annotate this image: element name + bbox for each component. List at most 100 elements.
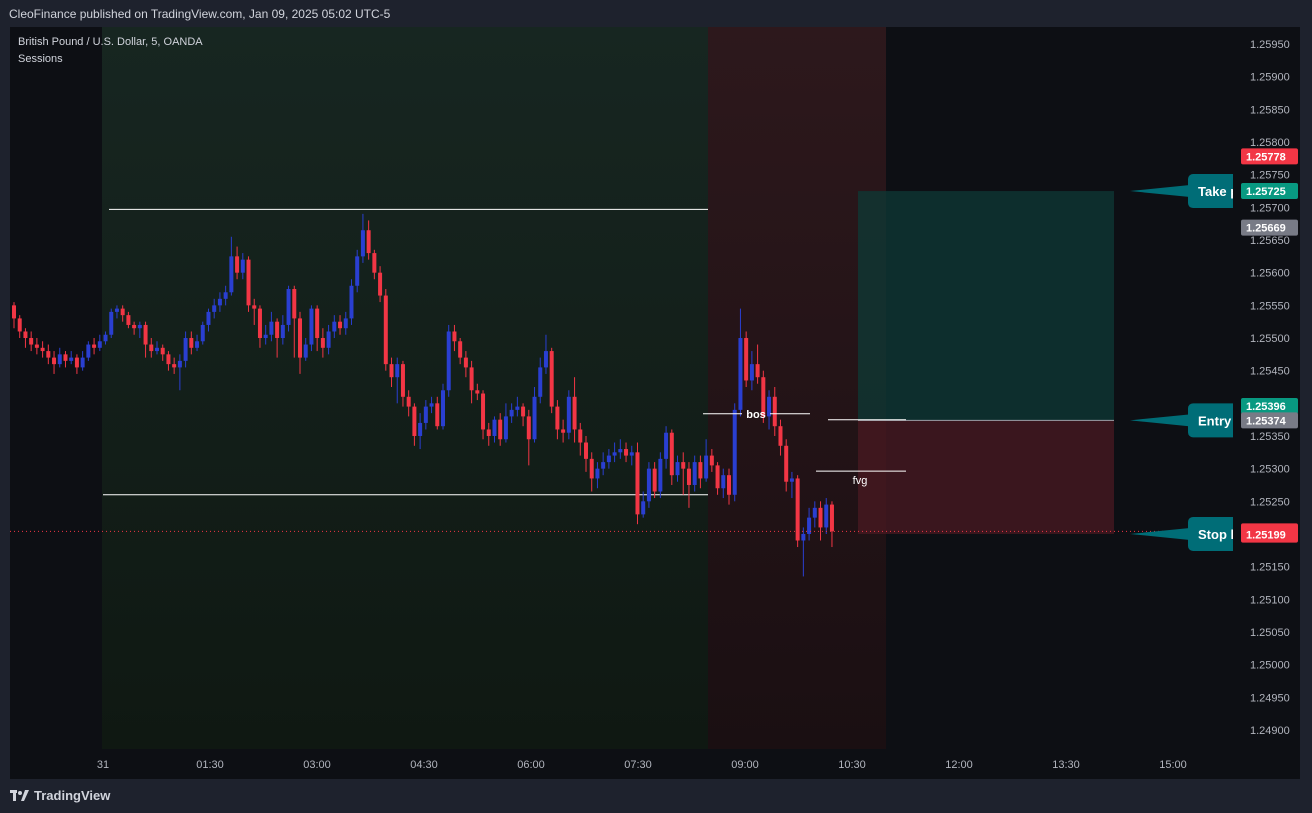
candle-body <box>566 396 571 433</box>
candle-body <box>824 504 829 528</box>
candle-body <box>23 331 28 339</box>
candle-body <box>172 364 177 368</box>
price-tick-label: 1.24950 <box>1250 692 1290 704</box>
candle-body <box>452 331 457 342</box>
candle-body <box>69 357 74 361</box>
candle-body <box>515 406 520 410</box>
position-pointer <box>1130 527 1190 540</box>
chart-area[interactable]: bos fvg Take p Entry Stop lo 1.25950 1.25900 1.… <box>10 27 1300 779</box>
candle-body <box>143 324 148 345</box>
london-session-box <box>102 27 708 749</box>
price-tick-label: 1.25850 <box>1250 104 1290 116</box>
candle-body <box>532 396 537 440</box>
fvg-label: fvg <box>853 475 868 487</box>
candle-body <box>63 354 68 361</box>
candle-body <box>155 347 159 352</box>
time-tick-label: 15:00 <box>1159 759 1187 771</box>
candle-body <box>132 324 137 329</box>
candle-body <box>418 422 423 436</box>
candle-body <box>818 507 823 528</box>
candle-body <box>389 364 394 378</box>
chart-legend: British Pound / U.S. Dollar, 5, OANDA Se… <box>18 34 203 68</box>
price-tick-label: 1.25950 <box>1250 39 1290 51</box>
candle-body <box>378 272 383 296</box>
tradingview-logo[interactable]: TradingView <box>10 788 110 803</box>
candle-body <box>755 364 760 378</box>
candle-body <box>738 338 743 410</box>
candle-body <box>366 230 371 254</box>
candle-body <box>618 449 623 453</box>
price-tick-label: 1.25150 <box>1250 562 1290 574</box>
candle-body <box>103 334 108 342</box>
time-tick-label: 09:00 <box>731 759 759 771</box>
candlestick-chart[interactable]: bosfvgTake pEntryStop lo1.259501.259001.… <box>10 27 1300 779</box>
candle-body <box>200 324 205 342</box>
candle-body <box>109 311 114 335</box>
time-tick-label: 31 <box>97 759 109 771</box>
candle-body <box>612 452 617 456</box>
candle-body <box>206 311 211 325</box>
bos-label: bos <box>746 409 766 421</box>
candle-body <box>664 432 669 459</box>
candle-body <box>812 507 817 518</box>
publication-header: CleoFinance published on TradingView.com… <box>0 0 1312 27</box>
candle-body <box>538 367 543 397</box>
time-tick-label: 07:30 <box>624 759 652 771</box>
candle-body <box>372 253 377 273</box>
price-tick-label: 1.25350 <box>1250 431 1290 443</box>
candle-body <box>57 354 62 365</box>
candle-body <box>549 351 554 407</box>
candle-body <box>492 419 497 436</box>
candle-body <box>74 357 79 368</box>
time-tick-label: 10:30 <box>838 759 866 771</box>
candle-body <box>280 324 285 339</box>
candle-body <box>486 429 491 436</box>
price-tag-label: 1.25199 <box>1246 530 1286 542</box>
candle-body <box>160 347 165 355</box>
position-label-take-profit: Take p <box>1198 184 1238 199</box>
candle-body <box>658 458 663 492</box>
candle-body <box>789 478 794 482</box>
candle-body <box>137 324 142 329</box>
candle-body <box>732 409 737 495</box>
candle-body <box>338 321 343 329</box>
candle-body <box>795 478 800 541</box>
price-tag-label: 1.25778 <box>1246 151 1286 163</box>
candle-body <box>275 321 280 339</box>
candle-body <box>12 305 16 319</box>
candle-body <box>40 347 45 352</box>
candle-body <box>521 406 526 417</box>
candle-body <box>177 360 182 368</box>
price-tick-label: 1.25100 <box>1250 594 1290 606</box>
candle-body <box>343 318 348 329</box>
candle-body <box>692 462 697 485</box>
candle-body <box>320 338 325 348</box>
candle-body <box>441 390 445 427</box>
candle-body <box>475 390 480 394</box>
candle-body <box>646 468 651 502</box>
candle-body <box>675 462 680 476</box>
candle-body <box>292 289 297 319</box>
candle-body <box>498 419 503 440</box>
symbol-title: British Pound / U.S. Dollar, 5, OANDA <box>18 36 203 48</box>
position-pointer <box>1130 414 1190 427</box>
footer-bar <box>0 779 1312 813</box>
candle-body <box>212 305 217 312</box>
candle-body <box>686 468 691 485</box>
price-tick-label: 1.25500 <box>1250 333 1290 345</box>
candle-body <box>606 455 611 463</box>
candle-body <box>195 341 200 348</box>
candle-body <box>555 406 560 430</box>
price-tick-label: 1.25300 <box>1250 464 1290 476</box>
candle-body <box>240 259 245 273</box>
price-tag-label: 1.25725 <box>1246 186 1286 198</box>
candle-body <box>629 452 634 456</box>
price-tick-label: 1.25050 <box>1250 627 1290 639</box>
candle-body <box>34 344 39 348</box>
candle-body <box>400 364 405 397</box>
candle-body <box>721 475 726 489</box>
candle-body <box>584 442 588 459</box>
candle-body <box>423 406 428 423</box>
candle-body <box>92 344 97 348</box>
price-tick-label: 1.25750 <box>1250 170 1290 182</box>
